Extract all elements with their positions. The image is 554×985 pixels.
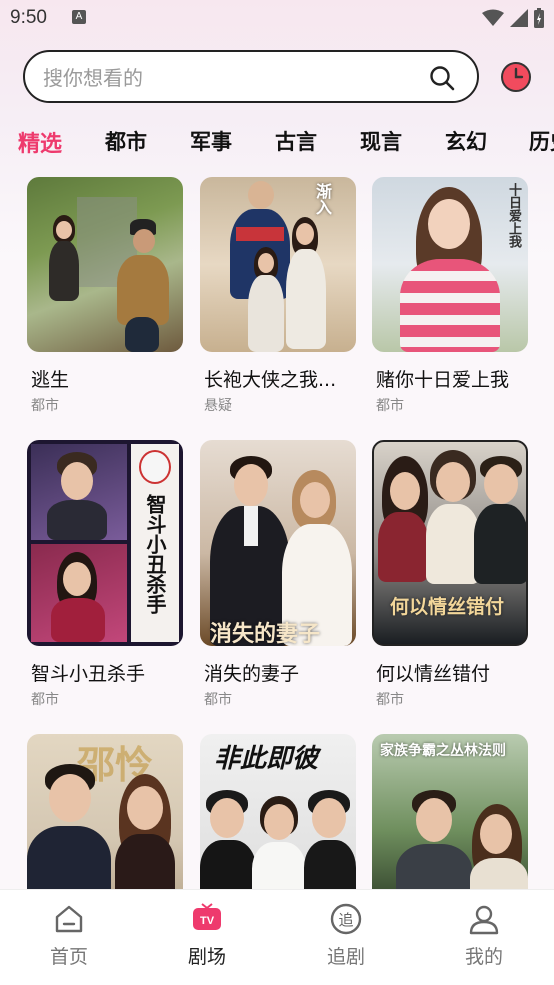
- drama-card[interactable]: 非此即彼: [200, 734, 356, 889]
- drama-poster[interactable]: 智斗小丑杀手: [27, 440, 183, 646]
- category-tabs: 精选 都市 军事 古言 现言 玄幻 历史: [0, 118, 554, 162]
- poster-art-title: 何以情丝错付: [390, 596, 505, 618]
- poster-art-title: 十日爱上我: [506, 183, 521, 248]
- tv-icon: TV: [193, 903, 221, 930]
- wifi-icon: [482, 9, 504, 26]
- status-icons: [482, 8, 544, 28]
- poster-art-title: 消失的妻子: [210, 621, 321, 646]
- search-row: [0, 50, 554, 106]
- nav-follow-label: 追剧: [326, 946, 365, 968]
- drama-genre: 都市: [31, 398, 59, 414]
- notification-icon: A: [72, 10, 86, 24]
- poster-art-title: 家族争霸之丛林法则: [380, 743, 506, 759]
- svg-text:追: 追: [338, 911, 353, 929]
- nav-follow[interactable]: 追 追剧: [306, 902, 386, 969]
- drama-card[interactable]: 消失的妻子 消失的妻子 都市: [200, 440, 356, 708]
- drama-card[interactable]: 智斗小丑杀手 智斗小丑杀手 都市: [27, 440, 183, 708]
- search-input[interactable]: [43, 64, 403, 92]
- drama-genre: 都市: [376, 398, 404, 414]
- drama-title: 长袍大侠之我...: [204, 369, 337, 391]
- drama-title: 赌你十日爱上我: [376, 369, 510, 391]
- tab-military[interactable]: 军事: [190, 126, 232, 156]
- battery-icon: [534, 8, 544, 28]
- drama-genre: 都市: [204, 692, 232, 708]
- profile-icon: [469, 905, 499, 935]
- poster-art-title: 非此即彼: [214, 744, 319, 774]
- tab-ancient-romance[interactable]: 古言: [275, 126, 317, 156]
- drama-title: 消失的妻子: [204, 663, 300, 685]
- history-clock-icon[interactable]: [500, 61, 532, 93]
- drama-poster[interactable]: 渐入: [200, 177, 356, 352]
- tab-modern-romance[interactable]: 现言: [360, 126, 402, 156]
- status-bar: 9:50 A: [0, 0, 554, 38]
- tab-featured[interactable]: 精选: [18, 126, 62, 158]
- nav-home-label: 首页: [49, 946, 88, 968]
- tab-history[interactable]: 历史: [529, 126, 554, 156]
- follow-icon: 追: [330, 903, 362, 935]
- drama-poster[interactable]: [27, 177, 183, 352]
- drama-card[interactable]: 家族争霸之丛林法则: [372, 734, 528, 889]
- drama-card[interactable]: 逃生 都市: [27, 177, 183, 414]
- drama-title: 何以情丝错付: [376, 663, 491, 685]
- drama-poster[interactable]: 家族争霸之丛林法则: [372, 734, 528, 889]
- drama-poster[interactable]: 何以情丝错付: [372, 440, 528, 646]
- search-bar[interactable]: [23, 50, 479, 103]
- bottom-nav: 首页 TV 剧场 追 追剧 我的: [0, 889, 554, 985]
- drama-card[interactable]: 十日爱上我 赌你十日爱上我 都市: [372, 177, 528, 414]
- nav-theater[interactable]: TV 剧场: [167, 902, 247, 969]
- drama-poster[interactable]: 十日爱上我: [372, 177, 528, 352]
- nav-profile[interactable]: 我的: [444, 902, 524, 969]
- status-time: 9:50: [10, 7, 47, 28]
- drama-grid: 逃生 都市 渐入 长袍大侠之我... 悬疑 十日爱上我 赌你十日爱上我 都市 智…: [0, 177, 554, 889]
- drama-genre: 都市: [376, 692, 404, 708]
- drama-card[interactable]: 渐入 长袍大侠之我... 悬疑: [200, 177, 356, 414]
- svg-text:TV: TV: [200, 915, 215, 927]
- search-icon[interactable]: [429, 65, 455, 91]
- home-icon: [55, 905, 83, 933]
- drama-title: 逃生: [31, 369, 70, 391]
- drama-poster[interactable]: 非此即彼: [200, 734, 356, 889]
- nav-home[interactable]: 首页: [29, 902, 109, 969]
- drama-genre: 悬疑: [204, 398, 232, 414]
- drama-title: 智斗小丑杀手: [31, 663, 146, 685]
- tab-fantasy[interactable]: 玄幻: [445, 126, 487, 156]
- nav-theater-label: 剧场: [187, 946, 226, 968]
- drama-card[interactable]: 何以情丝错付 何以情丝错付 都市: [372, 440, 528, 708]
- nav-profile-label: 我的: [464, 946, 503, 968]
- signal-icon: [510, 9, 528, 27]
- drama-genre: 都市: [31, 692, 59, 708]
- drama-poster[interactable]: 邵怜: [27, 734, 183, 889]
- tab-urban[interactable]: 都市: [105, 126, 147, 156]
- drama-card[interactable]: 邵怜: [27, 734, 183, 889]
- poster-art-title: 智斗小丑杀手: [143, 494, 167, 614]
- drama-poster[interactable]: 消失的妻子: [200, 440, 356, 646]
